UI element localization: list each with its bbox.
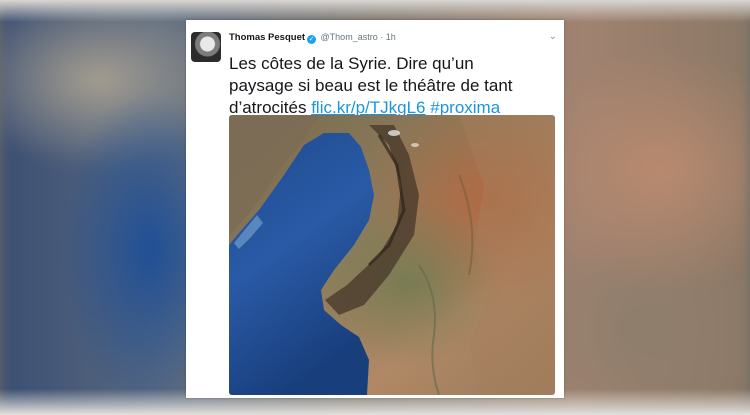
tweet-text-line-1: Les côtes de la Syrie. Dire qu’un	[229, 54, 474, 73]
snow-patch	[411, 143, 419, 147]
tweet-card: Thomas Pesquet ✓ @Thom_astro · 1h ⌄ Les c…	[186, 20, 564, 398]
tweet-text: Les côtes de la Syrie. Dire qu’un paysag…	[229, 37, 559, 119]
snow-patch	[388, 130, 400, 136]
tweet-photo[interactable]	[229, 115, 555, 395]
tweet-text-line-2: paysage si beau est le théâtre de tant	[229, 76, 513, 95]
avatar[interactable]	[191, 32, 221, 62]
satellite-image	[229, 115, 555, 395]
top-fade	[0, 0, 750, 22]
